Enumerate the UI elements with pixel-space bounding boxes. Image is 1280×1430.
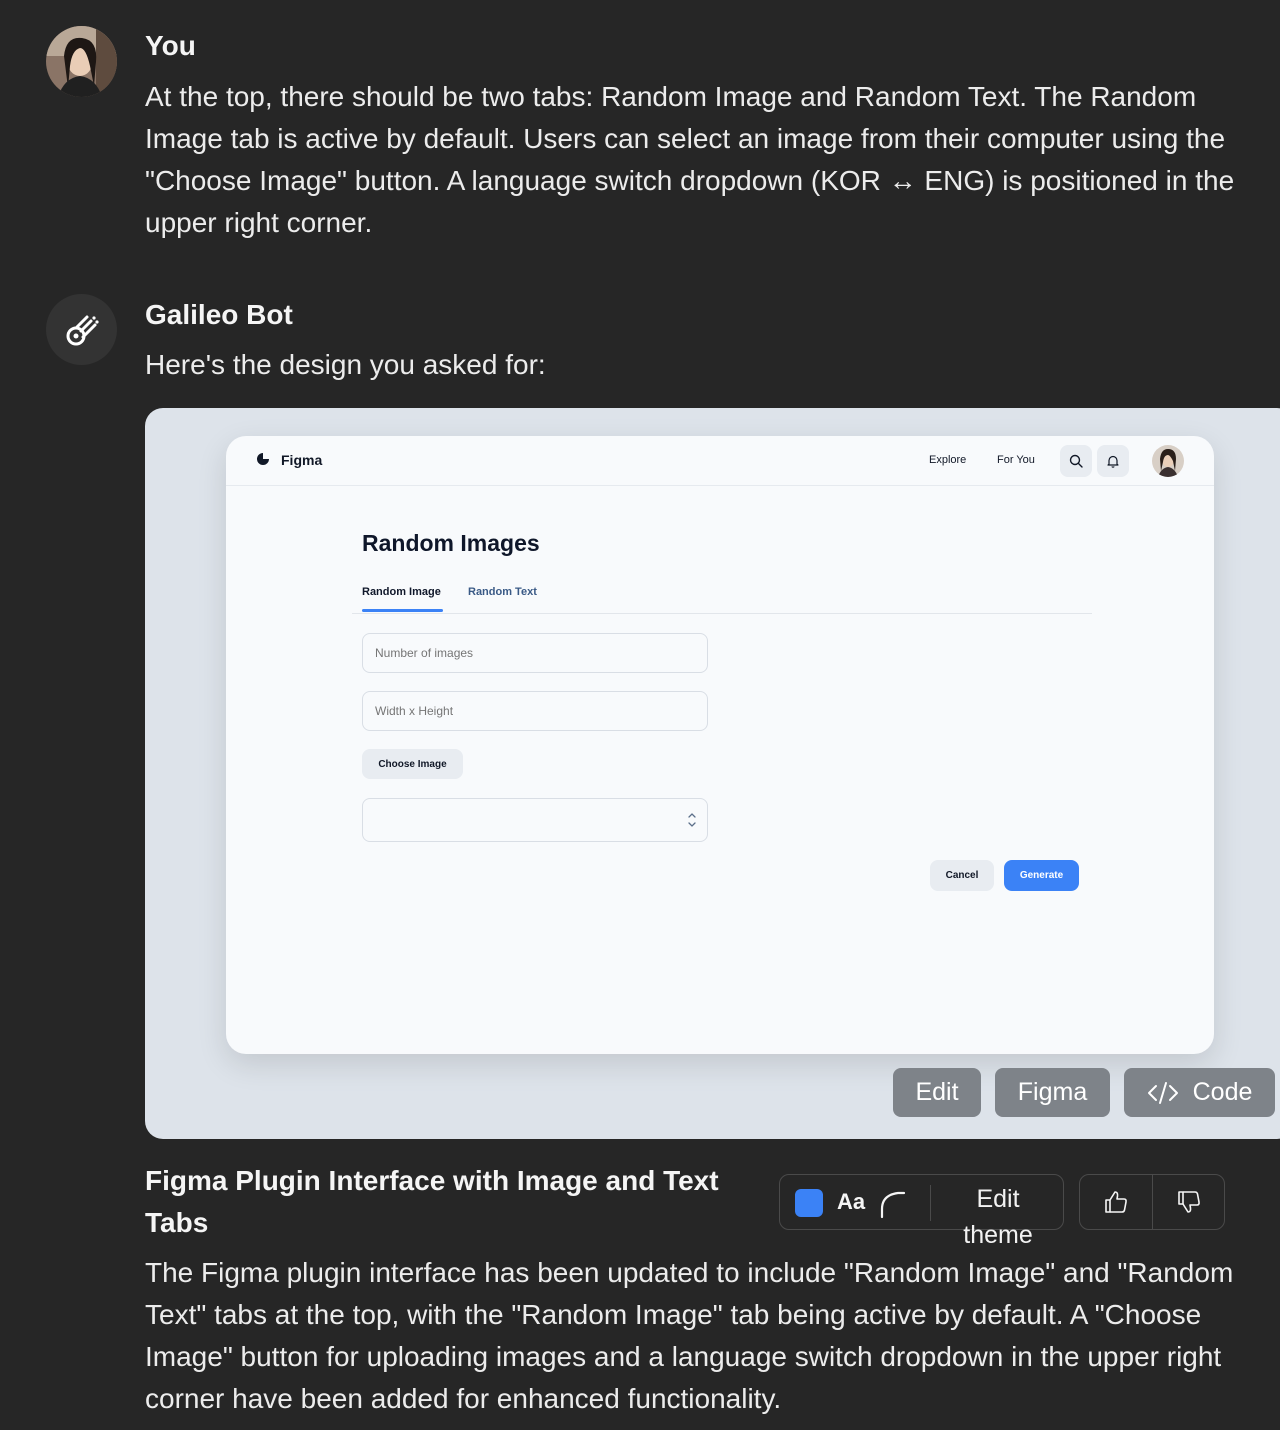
tab-random-text[interactable]: Random Text <box>468 586 537 598</box>
figma-button-label: Figma <box>1017 1078 1088 1106</box>
bot-intro-text: Here's the design you asked for: <box>145 349 546 380</box>
tabs-divider <box>352 613 1092 614</box>
nav-explore[interactable]: Explore <box>929 454 966 466</box>
thumbs-down-icon <box>1178 1191 1200 1213</box>
design-title: Figma Plugin Interface with Image and Te… <box>145 1165 719 1238</box>
language-select[interactable] <box>362 798 708 842</box>
figma-button[interactable]: Figma <box>995 1068 1110 1117</box>
user-name: You <box>145 30 196 61</box>
edit-theme-button[interactable]: Edit theme <box>942 1181 1054 1253</box>
chevron-updown-icon <box>688 813 696 827</box>
corner-radius-icon[interactable] <box>878 1189 908 1219</box>
active-tab-indicator <box>362 609 443 612</box>
width-height-input[interactable] <box>362 691 708 731</box>
design-description: The Figma plugin interface has been upda… <box>145 1257 1234 1414</box>
thumbs-up-icon <box>1105 1191 1127 1213</box>
edit-button[interactable]: Edit <box>893 1068 981 1117</box>
tab-random-image[interactable]: Random Image <box>362 586 441 598</box>
page-title: Random Images <box>362 530 540 556</box>
notifications-button[interactable] <box>1097 445 1129 477</box>
design-preview-panel: Figma Explore For You Random Images Rand… <box>145 408 1280 1139</box>
thumbs-down-button[interactable] <box>1153 1175 1225 1229</box>
user-avatar <box>46 26 117 97</box>
brand-name: Figma <box>281 452 323 468</box>
generate-button[interactable]: Generate <box>1004 860 1079 891</box>
choose-image-button[interactable]: Choose Image <box>362 749 463 779</box>
edit-button-label: Edit <box>915 1078 959 1106</box>
galileo-bot-icon <box>46 294 117 365</box>
code-button[interactable]: Code <box>1124 1068 1275 1117</box>
code-button-label: Code <box>1192 1078 1253 1106</box>
theme-toolbar: Aa Edit theme <box>779 1174 1064 1249</box>
search-button[interactable] <box>1060 445 1092 477</box>
feedback-buttons <box>1079 1174 1225 1230</box>
user-message-text: At the top, there should be two tabs: Ra… <box>145 81 1235 238</box>
figma-logo-icon <box>257 453 269 465</box>
number-of-images-input[interactable] <box>362 633 708 673</box>
profile-avatar[interactable] <box>1152 445 1184 477</box>
thumbs-up-button[interactable] <box>1080 1175 1152 1229</box>
code-icon <box>1147 1081 1178 1104</box>
font-sample[interactable]: Aa <box>837 1189 865 1215</box>
plugin-frame: Figma Explore For You Random Images Rand… <box>226 436 1214 1054</box>
toolbar-divider <box>930 1185 931 1221</box>
bell-icon <box>1107 455 1119 468</box>
cancel-button[interactable]: Cancel <box>930 860 994 891</box>
plugin-header: Figma Explore For You <box>226 436 1214 486</box>
bot-name: Galileo Bot <box>145 299 293 330</box>
color-swatch[interactable] <box>795 1189 823 1217</box>
search-icon <box>1069 454 1083 468</box>
nav-for-you[interactable]: For You <box>997 454 1035 466</box>
